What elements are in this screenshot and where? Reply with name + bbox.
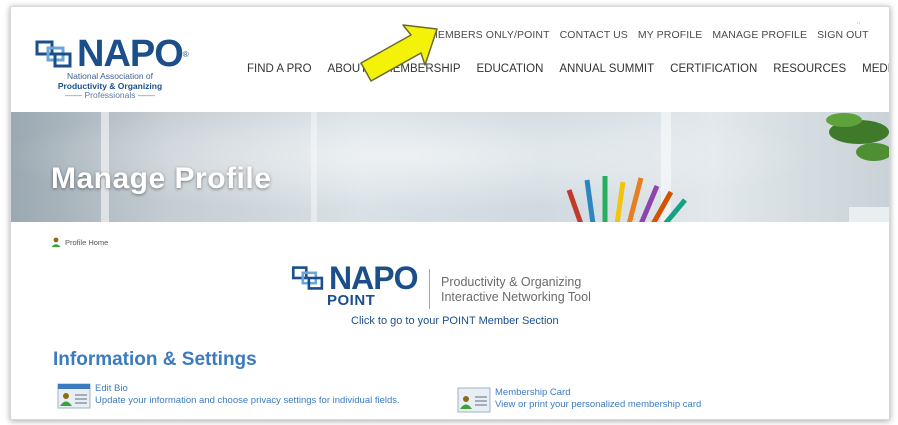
point-tagline-line1: Productivity & Organizing [441,275,582,289]
browser-page: NAPO ® National Association of Productiv… [10,6,890,420]
membership-card-desc: View or print your personalized membersh… [495,399,702,410]
napo-logo[interactable]: NAPO ® National Association of Productiv… [35,33,195,107]
logo-wordmark: NAPO [77,33,184,75]
nav-contact-us[interactable]: CONTACT US [560,29,628,41]
nav-find-a-pro[interactable]: FIND A PRO [247,63,312,75]
point-banner[interactable]: NAPO POINT Productivity & Organizing Int… [291,260,651,333]
point-logo: NAPO POINT [291,260,421,309]
logo-subtitle-line3: —— Professionals —— [65,90,155,100]
edit-bio-desc: Update your information and choose priva… [95,395,400,406]
logo-registered: ® [182,49,189,59]
section-title: Information & Settings [53,349,257,370]
edit-bio-item[interactable]: Edit Bio Update your information and cho… [57,383,400,409]
nav-sign-out[interactable]: SIGN OUT [817,29,869,41]
main-nav: FIND A PRO ABOUT MEMBERSHIP EDUCATION AN… [247,63,889,75]
membership-card-item[interactable]: Membership Card View or print your perso… [457,387,701,413]
pencils-image [566,176,687,222]
logo-subtitle: National Association of Productivity & O… [35,71,185,101]
point-wordmark: NAPO [329,260,418,296]
napo-logo-mark-icon [35,40,72,68]
nav-education[interactable]: EDUCATION [477,63,544,75]
nav-certification[interactable]: CERTIFICATION [670,63,757,75]
breadcrumb[interactable]: Profile Home [51,237,108,247]
membership-card-title[interactable]: Membership Card [495,387,701,399]
point-tagline-line2: Interactive Networking Tool [441,290,591,304]
user-icon [51,237,61,247]
utility-nav: MEMBERS ONLY/POINT CONTACT US MY PROFILE… [429,29,869,41]
page-title: Manage Profile [51,162,272,195]
nav-manage-profile[interactable]: MANAGE PROFILE [712,29,807,41]
logo-subtitle-professionals: Professionals [84,90,136,100]
dismiss-icon[interactable]: ¨ [857,21,860,31]
point-divider [429,269,430,309]
yellow-arrow-icon [360,24,438,82]
breadcrumb-profile-home[interactable]: Profile Home [65,238,108,247]
nav-my-profile[interactable]: MY PROFILE [638,29,702,41]
edit-bio-title[interactable]: Edit Bio [95,383,400,395]
profile-card-icon [57,383,91,409]
nav-media[interactable]: MEDIA [862,63,889,75]
point-logo-mark-icon [291,266,324,290]
plant-image [826,113,889,222]
point-member-section-link[interactable]: Click to go to your POINT Member Section [351,315,559,327]
nav-annual-summit[interactable]: ANNUAL SUMMIT [559,63,654,75]
hero-banner: Manage Profile [11,112,889,222]
membership-card-icon [457,387,491,413]
point-tagline: Productivity & Organizing Interactive Ne… [441,275,591,305]
nav-resources[interactable]: RESOURCES [773,63,846,75]
